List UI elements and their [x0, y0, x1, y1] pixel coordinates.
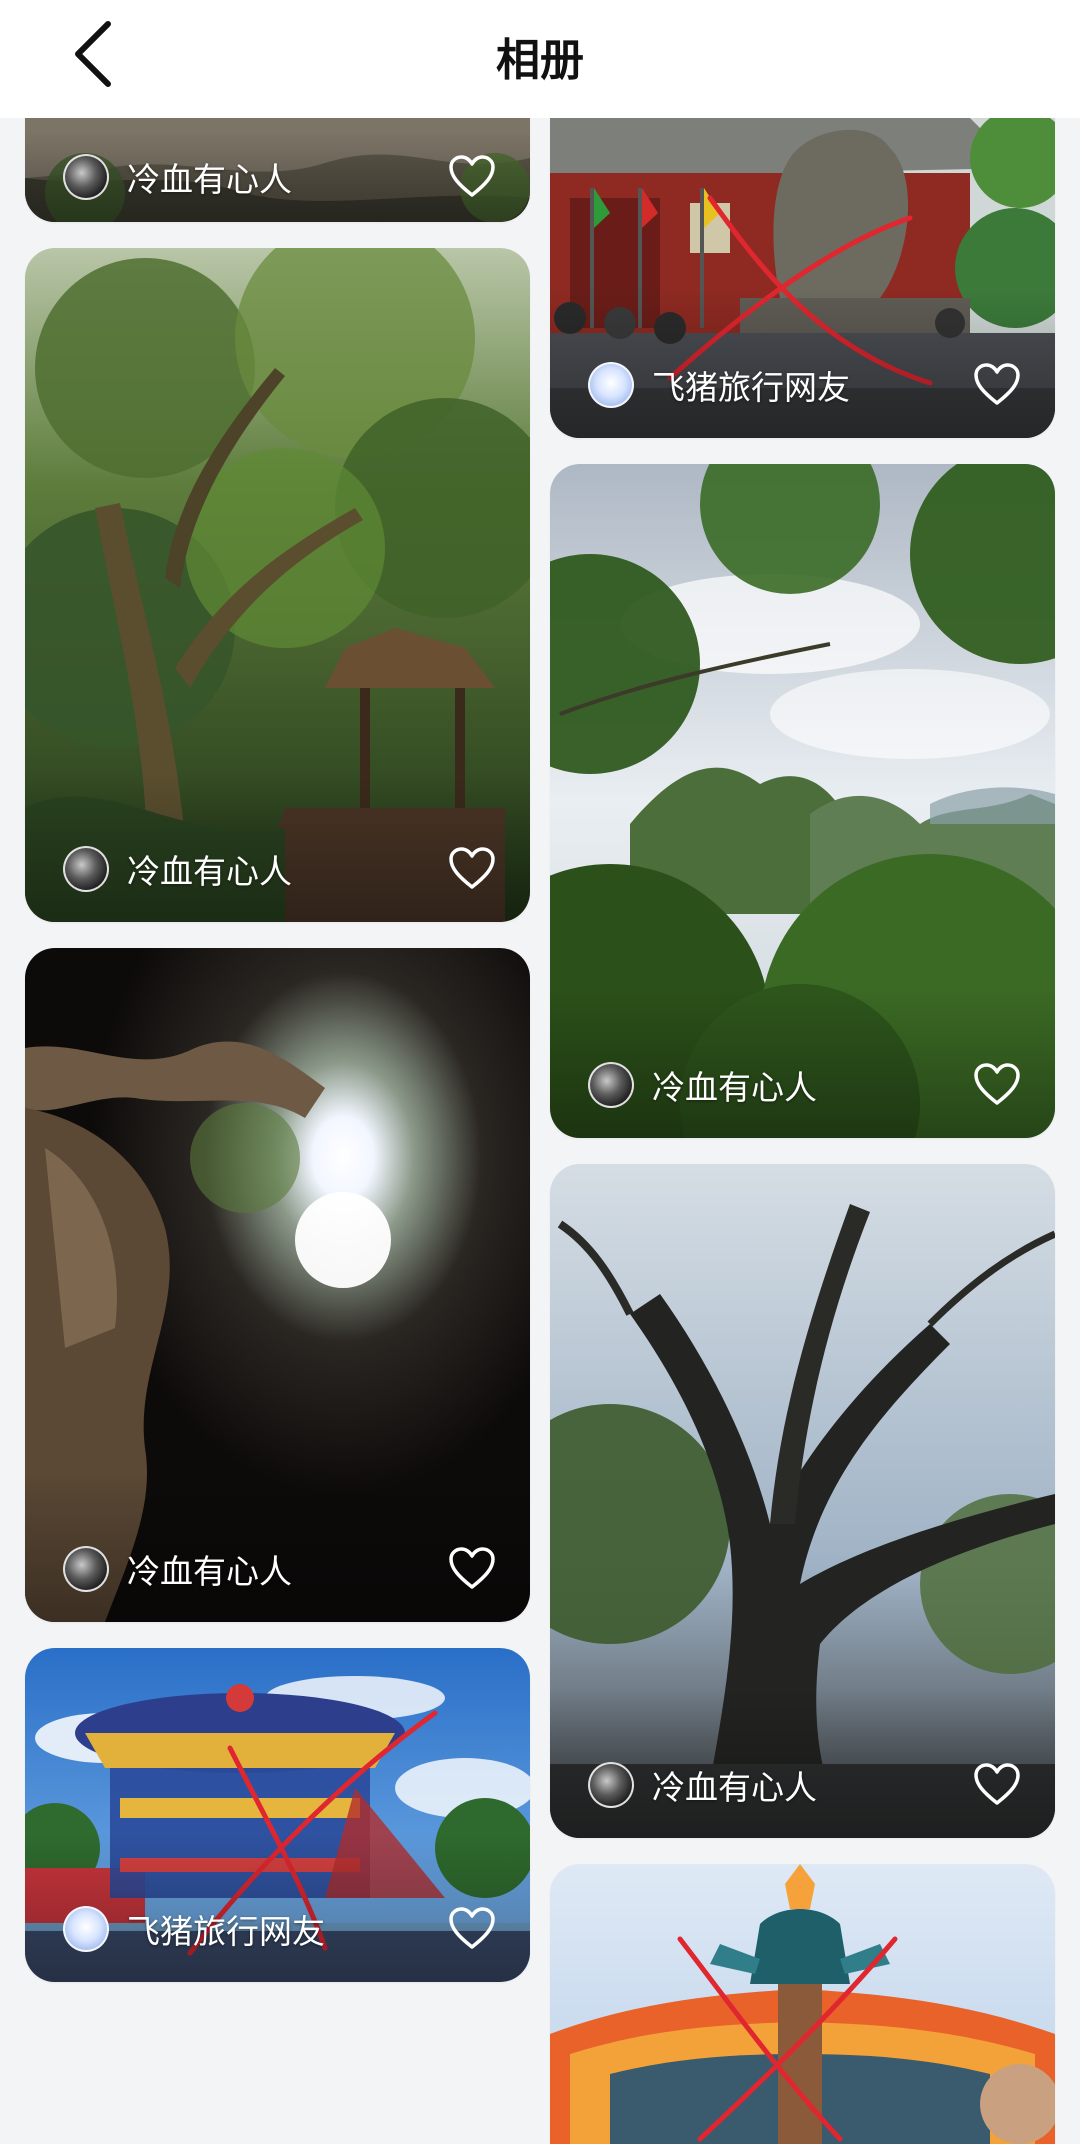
heart-icon: [449, 1547, 495, 1589]
photo-card-cave-light[interactable]: 冷血有心人: [25, 948, 530, 1622]
author-info[interactable]: 冷血有心人: [63, 844, 292, 894]
like-button[interactable]: [973, 1062, 1021, 1106]
photo-card-carousel[interactable]: 飞猪旅行网友: [25, 1648, 530, 1982]
avatar: [63, 154, 109, 200]
page-title: 相册: [496, 35, 584, 86]
photo-image: [550, 1864, 1055, 2144]
photo-card-karst-hills[interactable]: 冷血有心人: [550, 464, 1055, 1138]
heart-icon: [974, 363, 1020, 405]
heart-icon: [449, 847, 495, 889]
avatar: [588, 1762, 634, 1808]
author-name: 冷血有心人: [652, 1068, 817, 1107]
author-name: 冷血有心人: [127, 160, 292, 199]
like-button[interactable]: [448, 154, 496, 198]
photo-card-rock-moss[interactable]: 冷血有心人: [25, 118, 530, 222]
author-info[interactable]: 飞猪旅行网友: [63, 1904, 325, 1954]
author-name: 飞猪旅行网友: [652, 368, 850, 407]
author-info[interactable]: 冷血有心人: [588, 1060, 817, 1110]
photo-card-temple-lion[interactable]: 飞猪旅行网友: [550, 118, 1055, 438]
like-button[interactable]: [448, 1906, 496, 1950]
like-button[interactable]: [973, 1762, 1021, 1806]
avatar: [588, 362, 634, 408]
author-info[interactable]: 冷血有心人: [63, 152, 292, 202]
photo-card-forest-pavilion[interactable]: 冷血有心人: [25, 248, 530, 922]
avatar: [63, 846, 109, 892]
like-button[interactable]: [448, 1546, 496, 1590]
like-button[interactable]: [973, 362, 1021, 406]
avatar: [63, 1906, 109, 1952]
avatar: [588, 1062, 634, 1108]
author-name: 冷血有心人: [127, 852, 292, 891]
author-info[interactable]: 冷血有心人: [63, 1544, 292, 1594]
like-button[interactable]: [448, 846, 496, 890]
heart-icon: [974, 1763, 1020, 1805]
heart-icon: [449, 155, 495, 197]
heart-icon: [974, 1063, 1020, 1105]
avatar: [63, 1546, 109, 1592]
author-name: 冷血有心人: [652, 1768, 817, 1807]
author-name: 冷血有心人: [127, 1552, 292, 1591]
heart-icon: [449, 1907, 495, 1949]
author-name: 飞猪旅行网友: [127, 1912, 325, 1951]
author-info[interactable]: 飞猪旅行网友: [588, 360, 850, 410]
top-bar: 相册: [0, 0, 1080, 118]
photo-card-old-tree[interactable]: 冷血有心人: [550, 1164, 1055, 1838]
author-info[interactable]: 冷血有心人: [588, 1760, 817, 1810]
photo-card-totem-sculpture[interactable]: [550, 1864, 1055, 2144]
photo-feed: 冷血有心人 冷血有心人 冷血有心人 飞猪旅行网友 飞猪旅行网友 冷血有心人 冷血…: [0, 0, 1080, 2144]
